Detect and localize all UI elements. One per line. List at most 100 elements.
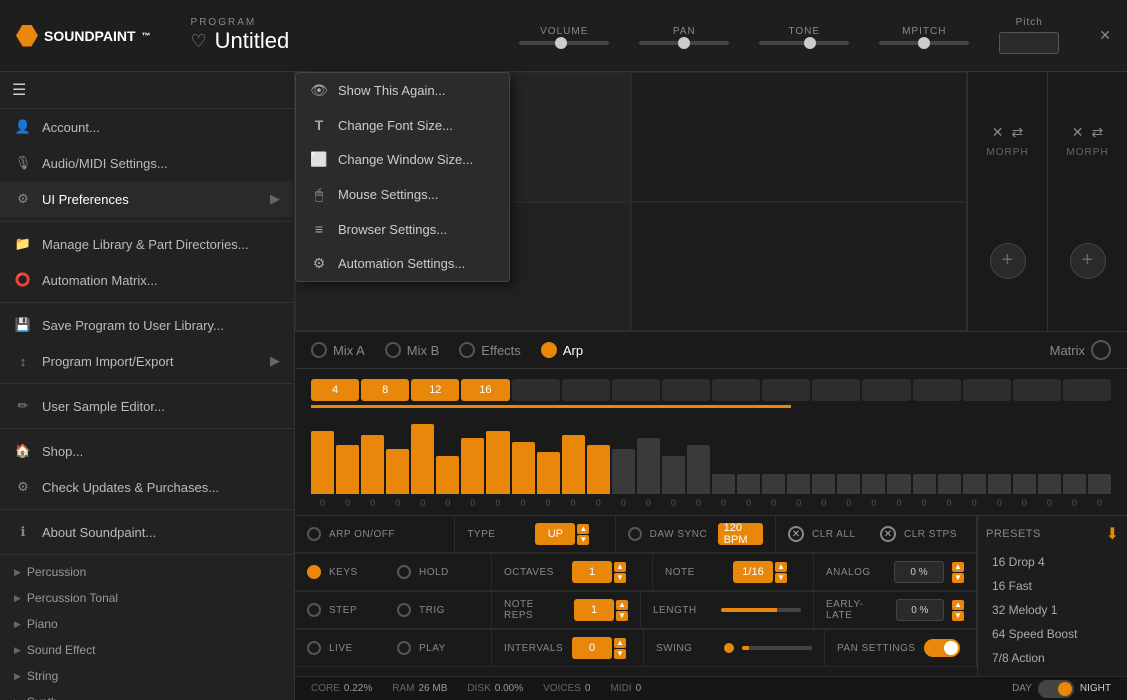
tab-matrix[interactable]: Matrix [1050, 340, 1111, 360]
arp-bar-27[interactable] [963, 474, 986, 494]
octaves-down[interactable]: ▼ [614, 573, 626, 583]
sidebar-item-audio-midi[interactable]: 🎙 Audio/MIDI Settings... [0, 145, 294, 181]
early-late-value[interactable]: 0 % [896, 599, 944, 621]
arp-bar-20[interactable] [787, 474, 810, 494]
arp-bar-11[interactable] [562, 435, 585, 495]
step-radio[interactable] [307, 603, 321, 617]
step-label-inactive-2[interactable] [562, 379, 610, 401]
step-label-inactive-3[interactable] [612, 379, 660, 401]
mpitch-slider[interactable] [879, 41, 969, 45]
swing-slider[interactable] [742, 646, 812, 650]
pan-settings-toggle[interactable] [924, 639, 960, 657]
tab-effects[interactable]: Effects [459, 338, 521, 362]
step-label-inactive-12[interactable] [1063, 379, 1111, 401]
favorite-icon[interactable]: ♡ [191, 31, 207, 52]
step-label-16[interactable]: 16 [461, 379, 509, 401]
arp-bar-5[interactable] [411, 424, 434, 494]
sidebar-item-check-updates[interactable]: ⚙ Check Updates & Purchases... [0, 469, 294, 505]
step-label-inactive-8[interactable] [862, 379, 910, 401]
tab-mix-a[interactable]: Mix A [311, 338, 365, 362]
sidebar-cat-percussion[interactable]: ▶ Percussion [0, 559, 294, 585]
analog-up[interactable]: ▲ [952, 562, 964, 572]
analog-value[interactable]: 0 % [894, 561, 944, 583]
tab-arp[interactable]: Arp [541, 338, 583, 362]
sidebar-cat-synth[interactable]: ▶ Synth [0, 689, 294, 700]
intervals-down[interactable]: ▼ [614, 649, 626, 659]
arp-bar-25[interactable] [913, 474, 936, 494]
arp-bar-21[interactable] [812, 474, 835, 494]
note-reps-down[interactable]: ▼ [616, 611, 628, 621]
arp-bar-14[interactable] [637, 438, 660, 494]
ctx-mouse-settings[interactable]: 🖱 Mouse Settings... [296, 177, 509, 212]
sidebar-item-program-import[interactable]: ↕ Program Import/Export ▶ [0, 343, 294, 379]
close-button[interactable]: ✕ [1099, 27, 1111, 44]
ctx-automation-settings[interactable]: ⚙ Automation Settings... [296, 246, 509, 281]
ctx-show-this-again[interactable]: 👁 Show This Again... [296, 73, 509, 108]
preset-64-speed-boost[interactable]: 64 Speed Boost [986, 624, 1119, 644]
sidebar-item-ui-preferences[interactable]: ⚙ UI Preferences ▶ [0, 181, 294, 217]
arp-bar-22[interactable] [837, 474, 860, 494]
type-down-arrow[interactable]: ▼ [577, 535, 589, 545]
day-night-switch[interactable] [1038, 680, 1074, 698]
intervals-up[interactable]: ▲ [614, 638, 626, 648]
arp-bar-23[interactable] [862, 474, 885, 494]
preset-7-8-action[interactable]: 7/8 Action [986, 648, 1119, 668]
note-reps-up[interactable]: ▲ [616, 600, 628, 610]
octaves-value[interactable]: 1 [572, 561, 612, 583]
pitch-input[interactable]: 0.00 [999, 32, 1059, 54]
step-label-inactive-4[interactable] [662, 379, 710, 401]
step-label-inactive-10[interactable] [963, 379, 1011, 401]
ctx-change-font-size[interactable]: T Change Font Size... [296, 108, 509, 142]
arp-bar-1[interactable] [311, 431, 334, 494]
step-label-inactive-11[interactable] [1013, 379, 1061, 401]
sidebar-item-user-sample[interactable]: ✏ User Sample Editor... [0, 388, 294, 424]
arp-on-off-radio[interactable] [307, 527, 321, 541]
arp-bar-12[interactable] [587, 445, 610, 494]
arp-bar-8[interactable] [486, 431, 509, 494]
analog-down[interactable]: ▼ [952, 573, 964, 583]
step-label-4[interactable]: 4 [311, 379, 359, 401]
type-up-arrow[interactable]: ▲ [577, 524, 589, 534]
early-late-up[interactable]: ▲ [952, 600, 964, 610]
live-radio[interactable] [307, 641, 321, 655]
intervals-value[interactable]: 0 [572, 637, 612, 659]
step-label-inactive-7[interactable] [812, 379, 860, 401]
preset-16-drop-4[interactable]: 16 Drop 4 [986, 552, 1119, 572]
sidebar-cat-sound-effect[interactable]: ▶ Sound Effect [0, 637, 294, 663]
morph-add-btn-2[interactable]: + [990, 243, 1026, 279]
step-label-12[interactable]: 12 [411, 379, 459, 401]
clr-all-label[interactable]: CLR ALL [812, 529, 872, 540]
arp-bar-19[interactable] [762, 474, 785, 494]
ctx-browser-settings[interactable]: ≡ Browser Settings... [296, 212, 509, 246]
octaves-up[interactable]: ▲ [614, 562, 626, 572]
note-reps-value[interactable]: 1 [574, 599, 614, 621]
daw-sync-radio[interactable] [628, 527, 642, 541]
arp-bar-7[interactable] [461, 438, 484, 494]
sidebar-cat-percussion-tonal[interactable]: ▶ Percussion Tonal [0, 585, 294, 611]
arp-bar-24[interactable] [887, 474, 910, 494]
arp-bar-15[interactable] [662, 456, 685, 495]
arp-bar-26[interactable] [938, 474, 961, 494]
sidebar-cat-piano[interactable]: ▶ Piano [0, 611, 294, 637]
step-label-inactive-1[interactable] [512, 379, 560, 401]
clr-stps-label[interactable]: CLR STPS [904, 529, 964, 540]
sidebar-item-save-program[interactable]: 💾 Save Program to User Library... [0, 307, 294, 343]
sidebar-item-shop[interactable]: 🏠 Shop... [0, 433, 294, 469]
step-label-inactive-5[interactable] [712, 379, 760, 401]
arp-bar-16[interactable] [687, 445, 710, 494]
arp-bar-17[interactable] [712, 474, 735, 494]
step-label-inactive-9[interactable] [913, 379, 961, 401]
sidebar-item-automation-matrix[interactable]: ⭕ Automation Matrix... [0, 262, 294, 298]
sidebar-item-about[interactable]: ℹ About Soundpaint... [0, 514, 294, 550]
sidebar-item-manage-library[interactable]: 📁 Manage Library & Part Directories... [0, 226, 294, 262]
arp-bar-9[interactable] [512, 442, 535, 495]
arp-bar-18[interactable] [737, 474, 760, 494]
arp-bar-2[interactable] [336, 445, 359, 494]
arp-bar-30[interactable] [1038, 474, 1061, 494]
arp-bar-32[interactable] [1088, 474, 1111, 494]
hold-radio[interactable] [397, 565, 411, 579]
type-value[interactable]: UP [535, 523, 575, 545]
arp-bar-4[interactable] [386, 449, 409, 495]
arp-bar-29[interactable] [1013, 474, 1036, 494]
arp-bar-31[interactable] [1063, 474, 1086, 494]
